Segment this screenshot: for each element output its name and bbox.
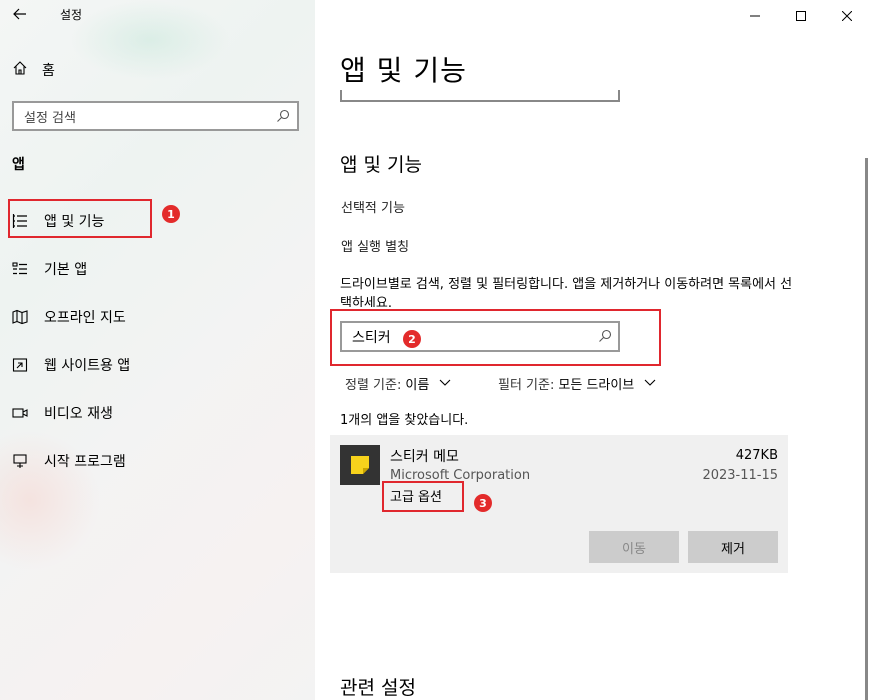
filter-dropdown[interactable]: 필터 기준: 모든 드라이브 (498, 374, 656, 393)
app-execution-aliases-link[interactable]: 앱 실행 별칭 (341, 236, 409, 255)
highlight-box (330, 309, 661, 366)
maximize-button[interactable] (778, 0, 824, 30)
chevron-down-icon (644, 376, 656, 391)
close-icon (841, 6, 853, 25)
startup-icon (12, 453, 28, 469)
sort-value: 이름 (405, 378, 430, 393)
sticky-notes-icon (340, 445, 380, 485)
highlight-box (8, 199, 152, 238)
default-apps-icon (12, 261, 28, 277)
results-count: 1개의 앱을 찾았습니다. (340, 413, 469, 428)
sidebar-item-label: 오프라인 지도 (44, 310, 126, 326)
dropdown-edge (340, 90, 620, 102)
search-placeholder: 설정 검색 (24, 110, 76, 126)
minimize-icon (750, 6, 760, 25)
sidebar-item-offline-maps[interactable]: 오프라인 지도 (12, 306, 126, 328)
sidebar-item-default-apps[interactable]: 기본 앱 (12, 258, 87, 280)
sidebar-item-label: 시작 프로그램 (44, 454, 126, 470)
step-badge: 1 (162, 205, 180, 223)
video-playback-icon (12, 405, 28, 421)
description-text: 드라이브별로 검색, 정렬 및 필터링합니다. 앱을 제거하거나 이동하려면 목… (340, 277, 793, 307)
move-button[interactable]: 이동 (589, 531, 679, 563)
background-glow (70, 0, 230, 80)
optional-features-link[interactable]: 선택적 기능 (341, 197, 405, 216)
home-icon (12, 60, 28, 80)
sort-dropdown[interactable]: 정렬 기준: 이름 (345, 374, 451, 393)
step-badge: 3 (474, 494, 492, 512)
sidebar-item-label: 홈 (42, 63, 55, 79)
search-icon[interactable] (276, 109, 290, 127)
filter-value: 모든 드라이브 (558, 378, 635, 393)
app-name: 스티커 메모 (390, 449, 459, 465)
back-arrow-icon (13, 5, 27, 24)
scrollbar[interactable] (865, 158, 868, 700)
uninstall-button[interactable]: 제거 (688, 531, 778, 563)
minimize-button[interactable] (732, 0, 778, 30)
close-button[interactable] (824, 0, 870, 30)
page-title: 앱 및 기능 (340, 54, 467, 87)
sidebar-item-home[interactable]: 홈 (12, 60, 55, 80)
sidebar-item-label: 기본 앱 (44, 262, 88, 278)
step-badge: 2 (403, 330, 421, 348)
settings-search-input[interactable]: 설정 검색 (12, 101, 299, 131)
filter-label: 필터 기준: (498, 378, 555, 393)
sort-label: 정렬 기준: (345, 378, 402, 393)
window-title: 설정 (60, 8, 83, 22)
main-content: 앱 및 기능 앱 및 기능 선택적 기능 앱 실행 별칭 드라이브별로 검색, … (315, 0, 870, 700)
section-label-apps: 앱 (12, 157, 25, 173)
apps-for-websites-icon (12, 357, 28, 373)
sidebar-item-apps-for-websites[interactable]: 웹 사이트용 앱 (12, 354, 130, 376)
sidebar-item-label: 웹 사이트용 앱 (44, 358, 131, 374)
related-settings-title: 관련 설정 (340, 677, 416, 699)
highlight-box (382, 481, 464, 512)
sidebar-item-label: 비디오 재생 (44, 406, 113, 422)
app-install-date: 2023-11-15 (702, 468, 778, 483)
chevron-down-icon (439, 376, 451, 391)
section-title: 앱 및 기능 (340, 154, 422, 176)
sidebar: 설정 홈 설정 검색 앱 앱 및 기능 기본 앱 오프라인 지도 웹 사이트용 … (0, 0, 315, 700)
sidebar-item-video-playback[interactable]: 비디오 재생 (12, 402, 113, 424)
back-button[interactable] (9, 3, 31, 25)
sidebar-item-startup[interactable]: 시작 프로그램 (12, 450, 126, 472)
app-size: 427KB (735, 448, 778, 463)
maximize-icon (796, 6, 806, 25)
offline-maps-icon (12, 309, 28, 325)
